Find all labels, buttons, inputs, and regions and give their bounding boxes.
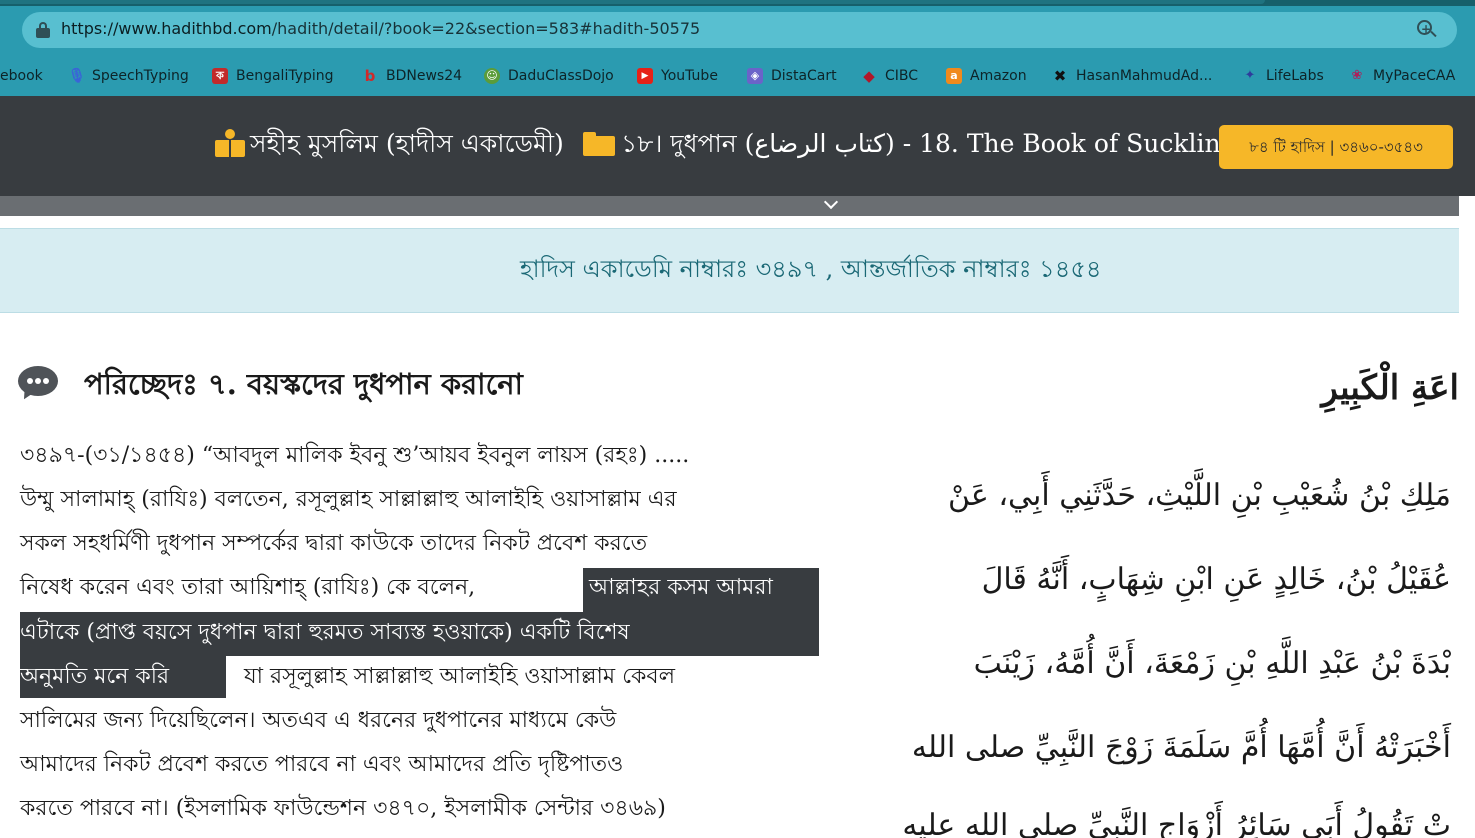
- hadith-line-selected: অনুমতি মনে করি: [20, 664, 170, 689]
- reader-book-icon: [215, 129, 245, 157]
- bookmark-label: CIBC: [885, 68, 919, 84]
- bookmark-distacart[interactable]: ◈ DistaCart: [747, 66, 837, 86]
- bdnews-icon: b: [364, 67, 376, 85]
- hadith-line: সকল সহধর্মিণী দুধপান সম্পর্কের দ্বারা কা…: [20, 531, 648, 556]
- arabic-line: أَخْبَرَتْهُ أَنَّ أُمَّهَا أُمَّ سَلَمَ…: [911, 730, 1451, 765]
- bookmark-label: HasanMahmudAd...: [1076, 68, 1213, 84]
- folder-open-icon: [583, 132, 615, 156]
- bookmark-bengalityping[interactable]: ক BengaliTyping: [212, 66, 334, 86]
- active-tab-edge: [0, 0, 1265, 4]
- hadith-line: সালিমের জন্য দিয়েছিলেন। অতএব এ ধরনের দু…: [20, 708, 617, 733]
- bookmark-label: BDNews24: [386, 68, 463, 84]
- hadith-line: ৩৪৯৭-(৩১/১৪৫৪) “আবদুল মালিক ইবনু শু’আয়ব…: [20, 443, 690, 468]
- joomla-icon: ✖: [1053, 67, 1067, 85]
- bookmark-label: LifeLabs: [1266, 68, 1324, 84]
- chapter-title-link[interactable]: ১৮। দুধপান (كتاب الرضاع) - 18. The Book …: [621, 124, 1237, 167]
- bookmarks-bar: ebook 🎙 SpeechTyping ক BengaliTyping b BDNe…: [0, 56, 1475, 96]
- url-path: /hadith/detail/?book=22&section=583#hadi…: [271, 19, 701, 38]
- bookmark-label: BengaliTyping: [236, 68, 334, 84]
- bookmark-label: DaduClassDojo: [508, 68, 614, 84]
- bookmark-hasanmahmud[interactable]: ✖ HasanMahmudAd...: [1052, 66, 1213, 86]
- lock-icon[interactable]: [36, 22, 50, 38]
- site-header: সহীহ মুসলিম (হাদীস একাডেমী) ১৮। দুধপান (…: [0, 96, 1475, 196]
- bookmark-label: DistaCart: [771, 68, 837, 84]
- caa-icon: ❀: [1351, 68, 1363, 83]
- hadith-number-banner: হাদিস একাডেমি নাম্বারঃ ৩৪৯৭ , আন্তর্জাতি…: [0, 228, 1459, 313]
- bookmark-speechtyping[interactable]: 🎙 SpeechTyping: [68, 66, 189, 86]
- hadith-line: আমাদের নিকট প্রবেশ করতে পারবে না এবং আমা…: [20, 752, 624, 777]
- bookmark-daduclassdojo[interactable]: ☺ DaduClassDojo: [484, 66, 614, 86]
- address-bar[interactable]: https://www.hadithbd.com/hadith/detail/?…: [22, 12, 1457, 48]
- bookmark-label: YouTube: [661, 68, 718, 84]
- bookmark-label: Amazon: [970, 68, 1027, 84]
- bookmark-facebook[interactable]: ebook: [0, 66, 43, 86]
- bookmark-label: SpeechTyping: [92, 68, 189, 84]
- address-bar-row: https://www.hadithbd.com/hadith/detail/?…: [0, 6, 1475, 56]
- url-host: https://www.hadithbd.com: [61, 19, 272, 38]
- bengali-typing-icon: ক: [212, 68, 228, 84]
- lifelabs-icon: ✦: [1244, 68, 1256, 83]
- youtube-icon: ▶: [637, 68, 653, 84]
- zoom-icon[interactable]: +: [1417, 20, 1437, 40]
- classdojo-icon: ☺: [484, 68, 500, 84]
- book-title-link[interactable]: সহীহ মুসলিম (হাদীস একাডেমী): [250, 124, 564, 167]
- header-collapse-toggle[interactable]: [0, 196, 1459, 216]
- bookmark-amazon[interactable]: a Amazon: [946, 66, 1027, 86]
- hadith-count-badge[interactable]: ৮৪ টি হাদিস | ৩৪৬০-৩৫৪৩: [1219, 125, 1453, 169]
- arabic-line: عُقَيْلُ بْنُ، خَالِدٍ عَنِ ابْنِ شِهَاب…: [981, 562, 1451, 597]
- amazon-icon: a: [946, 68, 962, 84]
- bookmark-label: MyPaceCAA: [1373, 68, 1456, 84]
- url-text[interactable]: https://www.hadithbd.com/hadith/detail/?…: [61, 19, 700, 38]
- bookmark-label: ebook: [0, 68, 43, 84]
- distacart-icon: ◈: [747, 68, 763, 84]
- bookmark-cibc[interactable]: ◆ CIBC: [861, 66, 918, 86]
- bookmark-youtube[interactable]: ▶ YouTube: [637, 66, 718, 86]
- arabic-line: تْ تَقُولُ أَبَى سَائِرُ أَزْوَاجِ النَّ…: [902, 808, 1451, 838]
- bookmark-lifelabs[interactable]: ✦ LifeLabs: [1242, 66, 1324, 86]
- bookmark-mypacecaa[interactable]: ❀ MyPaceCAA: [1349, 66, 1456, 86]
- microphone-icon: 🎙: [68, 68, 86, 84]
- hadith-line: উম্মু সালামাহ্ (রাযিঃ) বলতেন, রসূলুল্লাহ…: [20, 487, 677, 512]
- section-title: পরিচ্ছেদঃ ৭. বয়স্কদের দুধপান করানো: [84, 367, 523, 401]
- hadith-line: করতে পারবে না। (ইসলামিক ফাউন্ডেশন ৩৪৭০, …: [20, 796, 666, 821]
- bookmark-bdnews24[interactable]: b BDNews24: [362, 66, 462, 86]
- cibc-icon: ◆: [863, 67, 875, 85]
- hadith-line: যা রসূলুল্লাহ সাল্লাল্লাহু আলাইহি ওয়াসা…: [244, 664, 676, 689]
- hadith-line-selected: এটাকে (প্রাপ্ত বয়সে দুধপান দ্বারা হুরমত…: [20, 620, 630, 645]
- comment-icon: [18, 366, 58, 403]
- chevron-down-icon: [824, 197, 838, 211]
- hadith-line-selected: আল্লাহর কসম আমরা: [589, 575, 773, 600]
- hadith-number-text: হাদিস একাডেমি নাম্বারঃ ৩৪৯৭ , আন্তর্জাতি…: [520, 255, 1102, 283]
- arabic-line: مَلِكِ بْنُ شُعَيْبِ بْنِ اللَّيْثِ، حَد…: [948, 478, 1451, 513]
- arabic-line: بْدَةَ بْنُ عَبْدِ اللَّهِ بْنِ زَمْعَةَ…: [973, 646, 1451, 681]
- arabic-section-title: اعَةِ الْكَبِيرِ: [1321, 368, 1459, 408]
